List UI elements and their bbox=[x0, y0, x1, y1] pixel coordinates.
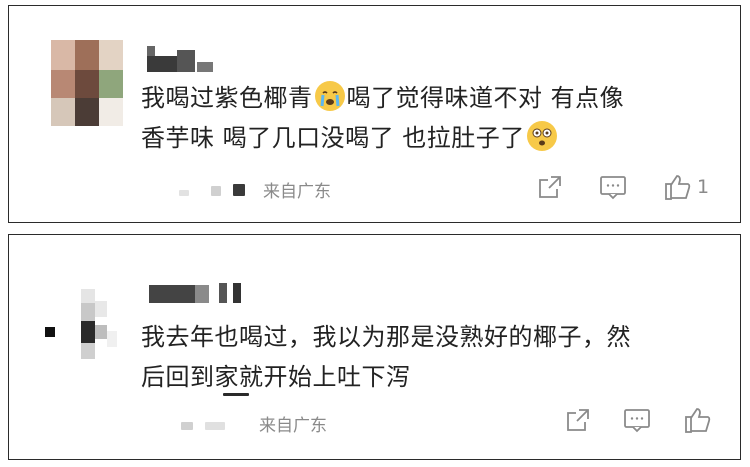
comment-text-line: 我去年也喝过，我以为那是没熟好的椰子，然 bbox=[141, 323, 631, 351]
like-button[interactable]: 1 bbox=[663, 172, 709, 202]
comment-icon bbox=[600, 176, 626, 200]
comment-button[interactable] bbox=[623, 407, 651, 433]
comment-icon bbox=[624, 409, 650, 433]
redacted-meta bbox=[233, 184, 245, 196]
comment-text-line: 我喝过紫色椰青 bbox=[141, 84, 313, 112]
thumbs-up-icon bbox=[685, 408, 711, 433]
comment-text-line: 喝了觉得味道不对 有点像 bbox=[346, 84, 625, 112]
comment-text: 我去年也喝过，我以为那是没熟好的椰子，然 后回到家就开始上吐下泻 bbox=[141, 317, 631, 397]
like-count: 1 bbox=[697, 176, 710, 198]
comment-text-line: 后回到家就开始上吐下泻 bbox=[141, 363, 411, 391]
share-button[interactable] bbox=[565, 407, 591, 433]
comment-text: 我喝过紫色椰青 喝了觉得味道不对 有点像 香芋味 喝了几口没喝了 也拉肚子了 bbox=[141, 78, 624, 158]
comment-text-line: 香芋味 喝了几口没喝了 也拉肚子了 bbox=[141, 124, 525, 152]
avatar[interactable] bbox=[51, 40, 123, 126]
username-redacted[interactable] bbox=[149, 279, 259, 305]
username-redacted[interactable] bbox=[147, 44, 227, 74]
share-icon bbox=[567, 409, 589, 431]
share-button[interactable] bbox=[537, 174, 563, 200]
thumbs-up-icon bbox=[665, 175, 691, 200]
avatar[interactable] bbox=[45, 281, 135, 371]
dizzy-face-emoji bbox=[526, 121, 557, 151]
source-location: 来自广东 bbox=[259, 416, 327, 436]
source-location: 来自广东 bbox=[263, 182, 331, 202]
comment-card: 我去年也喝过，我以为那是没熟好的椰子，然 后回到家就开始上吐下泻 来自广东 bbox=[8, 234, 741, 460]
crying-face-emoji bbox=[314, 81, 345, 111]
redacted-meta bbox=[223, 393, 249, 396]
redacted-meta bbox=[181, 422, 193, 430]
redacted-meta bbox=[211, 186, 221, 196]
redacted-meta bbox=[179, 190, 189, 196]
like-button[interactable] bbox=[683, 405, 713, 435]
redacted-meta bbox=[205, 422, 225, 430]
share-icon bbox=[539, 176, 561, 198]
comment-button[interactable] bbox=[599, 174, 627, 200]
comment-card: 我喝过紫色椰青 喝了觉得味道不对 有点像 香芋味 喝了几口没喝了 也拉肚子了 来… bbox=[8, 5, 741, 223]
